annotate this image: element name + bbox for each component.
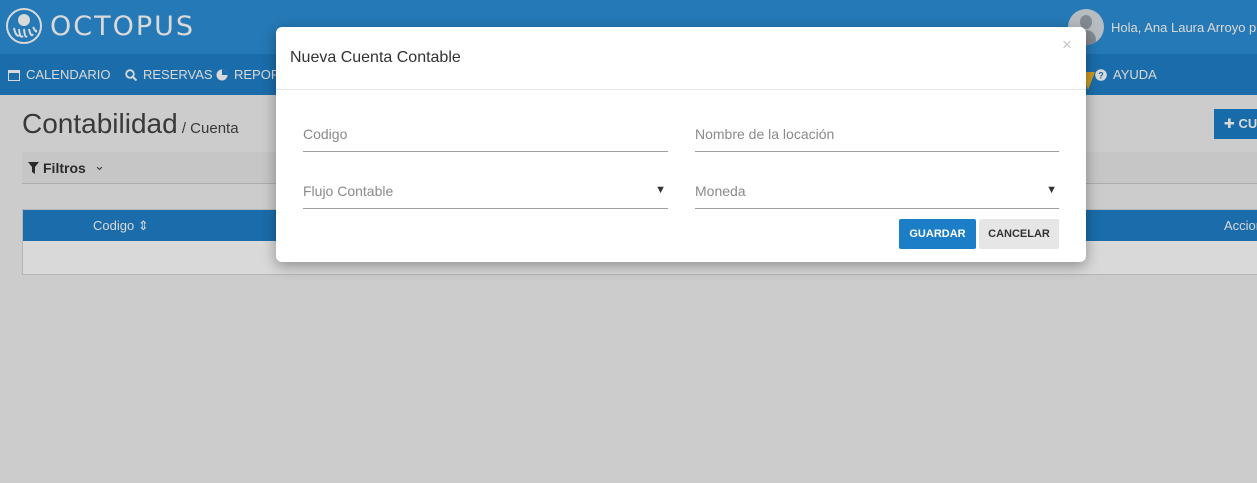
modal-divider <box>276 89 1086 90</box>
nueva-cuenta-modal: Nueva Cuenta Contable × Flujo Contable ▼… <box>276 27 1086 262</box>
moneda-value: Moneda <box>695 183 746 199</box>
caret-down-icon: ▼ <box>1046 184 1057 196</box>
flujo-contable-select[interactable]: Flujo Contable ▼ <box>303 175 668 209</box>
moneda-select[interactable]: Moneda ▼ <box>695 175 1059 209</box>
caret-down-icon: ▼ <box>655 184 666 196</box>
cancelar-button[interactable]: CANCELAR <box>979 219 1059 249</box>
nombre-locacion-field <box>695 118 1059 152</box>
nombre-locacion-input[interactable] <box>695 118 1059 150</box>
guardar-button[interactable]: GUARDAR <box>899 219 976 249</box>
flujo-contable-value: Flujo Contable <box>303 183 394 199</box>
codigo-input[interactable] <box>303 118 668 150</box>
close-icon[interactable]: × <box>1062 35 1072 55</box>
modal-title: Nueva Cuenta Contable <box>290 49 461 66</box>
codigo-field <box>303 118 668 152</box>
